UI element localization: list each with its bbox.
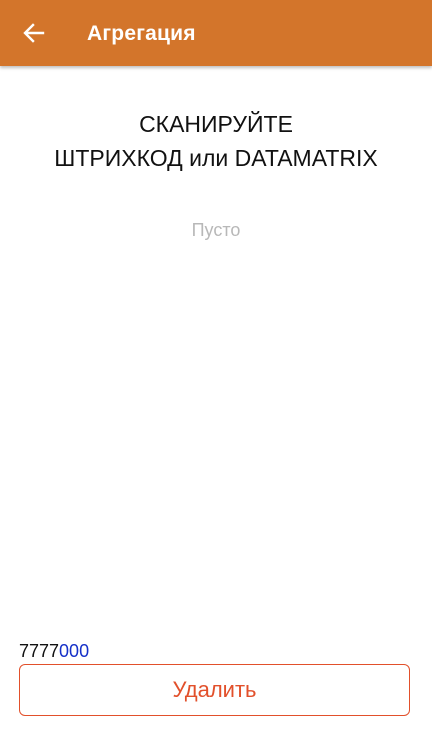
- app-bar: Агрегация: [0, 0, 432, 66]
- scan-prompt-line-2: ШТРИХКОД или DATAMATRIX: [54, 145, 378, 171]
- scanned-code-suffix: 000: [59, 641, 90, 661]
- delete-button[interactable]: Удалить: [19, 664, 410, 716]
- arrow-left-icon: [23, 23, 45, 43]
- page-title: Агрегация: [87, 22, 196, 45]
- back-button[interactable]: [14, 13, 54, 53]
- empty-list-placeholder: Пусто: [191, 220, 241, 240]
- scanned-code-prefix: 7777: [19, 641, 60, 661]
- scanned-code: 7777000: [19, 640, 89, 662]
- scan-prompt-line-1: СКАНИРУЙТЕ: [139, 111, 293, 137]
- scan-prompt: СКАНИРУЙТЕ ШТРИХКОД или DATAMATRIX: [0, 107, 432, 175]
